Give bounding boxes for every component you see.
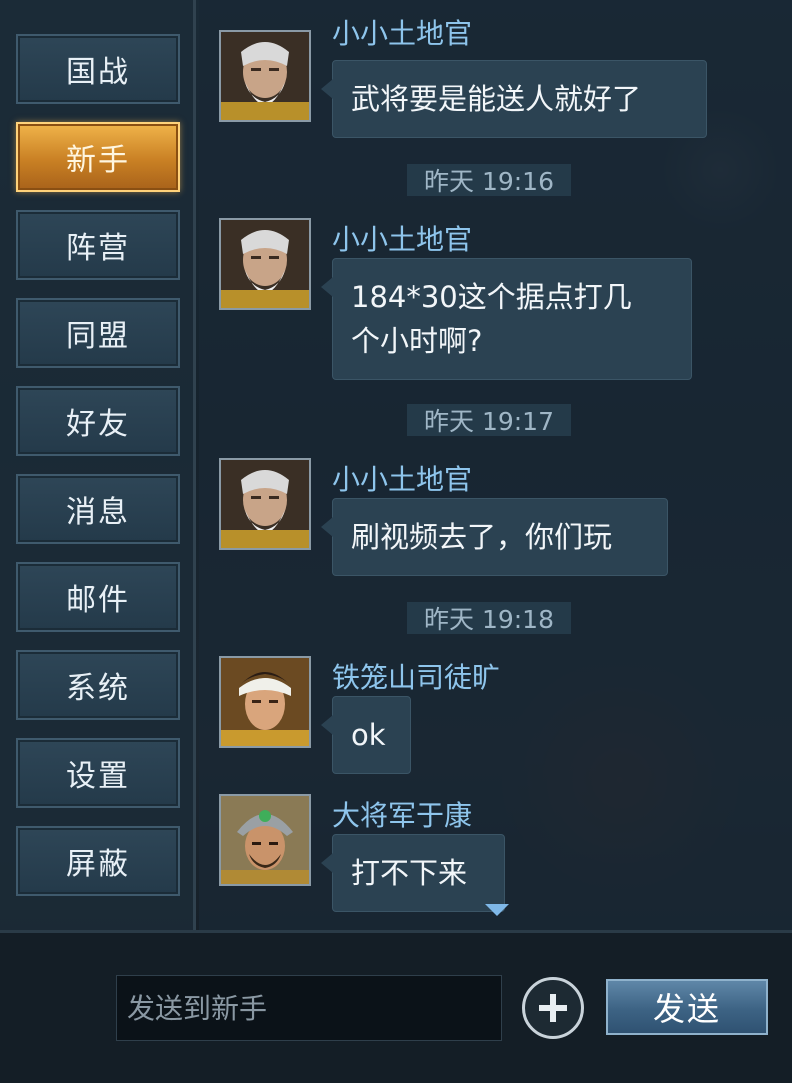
chat-message-list[interactable]: 小小土地官 武将要是能送人就好了 昨天 19:16 小小土地官 184*30这个… <box>199 0 792 930</box>
chat-channel-sidebar: 国战 新手 阵营 同盟 好友 消息 邮件 系统 设置 屏蔽 <box>0 0 196 930</box>
message-input[interactable] <box>116 975 502 1041</box>
channel-tab-alliance[interactable]: 同盟 <box>16 298 180 368</box>
plus-circle-icon[interactable] <box>522 977 584 1039</box>
message-bubble: 184*30这个据点打几 个小时啊? <box>321 258 692 380</box>
message-bubble: ok <box>321 696 411 774</box>
channel-tab-messages[interactable]: 消息 <box>16 474 180 544</box>
sender-name[interactable]: 大将军于康 <box>332 794 472 834</box>
sender-name[interactable]: 小小土地官 <box>332 12 472 52</box>
channel-tab-faction[interactable]: 阵营 <box>16 210 180 280</box>
scroll-down-arrow-icon[interactable] <box>485 904 509 916</box>
channel-tab-national-war[interactable]: 国战 <box>16 34 180 104</box>
sender-name[interactable]: 铁笼山司徒旷 <box>332 656 500 696</box>
elder-general-avatar[interactable] <box>219 30 311 122</box>
timestamp-divider: 昨天 19:18 <box>407 602 571 634</box>
channel-tab-blocked[interactable]: 屏蔽 <box>16 826 180 896</box>
elder-general-avatar[interactable] <box>219 218 311 310</box>
armored-general-avatar[interactable] <box>219 794 311 886</box>
sender-name[interactable]: 小小土地官 <box>332 458 472 498</box>
channel-tab-settings[interactable]: 设置 <box>16 738 180 808</box>
send-button[interactable]: 发送 <box>606 979 768 1035</box>
message-bubble: 武将要是能送人就好了 <box>321 60 707 138</box>
sender-name[interactable]: 小小土地官 <box>332 218 472 258</box>
timestamp-divider: 昨天 19:16 <box>407 164 571 196</box>
young-warrior-avatar[interactable] <box>219 656 311 748</box>
message-bubble: 打不下来 <box>321 834 505 912</box>
chat-input-bar: 发送 <box>0 930 792 1083</box>
elder-general-avatar[interactable] <box>219 458 311 550</box>
timestamp-divider: 昨天 19:17 <box>407 404 571 436</box>
message-bubble: 刷视频去了，你们玩 <box>321 498 668 576</box>
channel-tab-mail[interactable]: 邮件 <box>16 562 180 632</box>
channel-tab-system[interactable]: 系统 <box>16 650 180 720</box>
channel-tab-newbie[interactable]: 新手 <box>16 122 180 192</box>
channel-tab-friends[interactable]: 好友 <box>16 386 180 456</box>
